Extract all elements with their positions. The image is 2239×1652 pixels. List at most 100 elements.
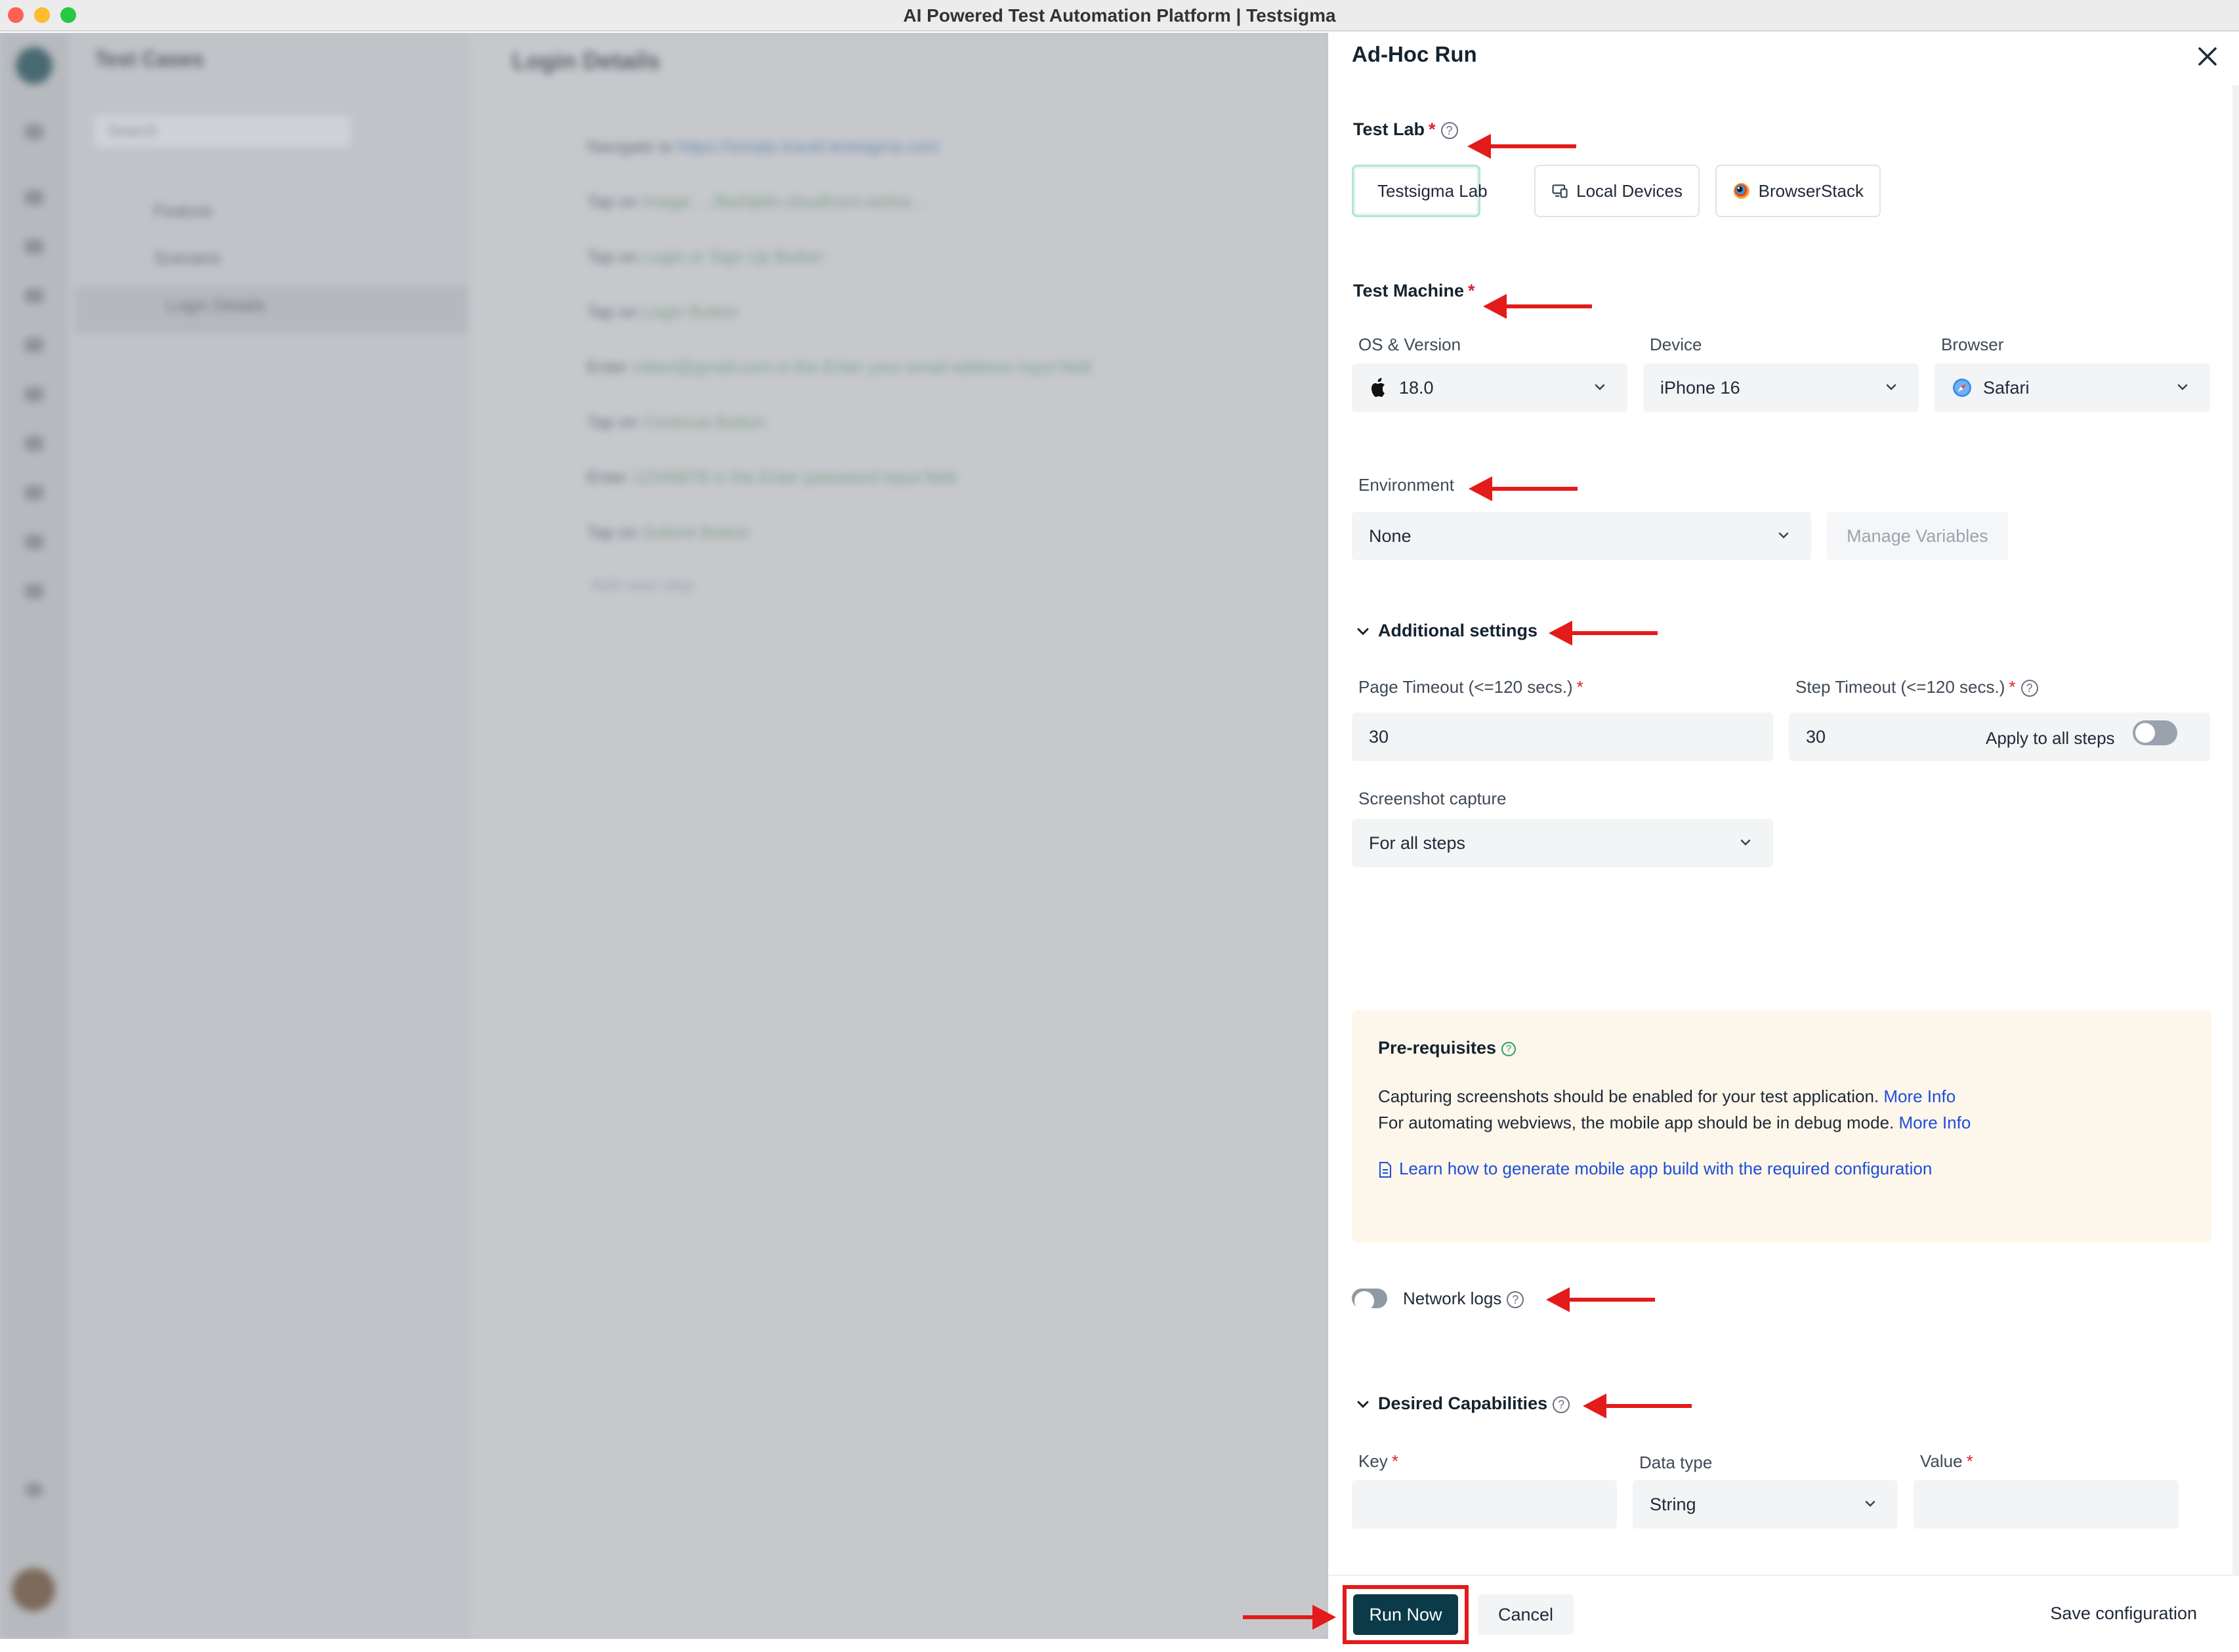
step-row[interactable]: Tap on Submit Button xyxy=(587,522,750,543)
page-timeout-label: Page Timeout (<=120 secs.) * xyxy=(1358,677,1583,697)
annotation-arrow xyxy=(1549,621,1658,646)
data-type-select[interactable]: String xyxy=(1633,1480,1898,1529)
capability-value-input[interactable] xyxy=(1914,1480,2179,1529)
main-title: Login Details xyxy=(512,47,661,74)
test-data-icon[interactable] xyxy=(25,338,43,352)
prerequisite-line-1: Capturing screenshots should be enabled … xyxy=(1378,1086,1956,1106)
avatar[interactable] xyxy=(12,1568,55,1611)
network-logs-label: Network logs? xyxy=(1403,1289,1524,1309)
annotation-arrow xyxy=(1243,1605,1336,1630)
add-step-link[interactable]: Add new step xyxy=(591,575,694,595)
chevron-down-icon xyxy=(2177,384,2188,390)
testsigma-lab-button[interactable]: Testsigma Lab xyxy=(1352,165,1488,217)
cancel-button[interactable]: Cancel xyxy=(1478,1594,1574,1635)
capability-key-input[interactable] xyxy=(1352,1480,1617,1529)
close-icon[interactable] xyxy=(2193,42,2222,71)
apple-icon xyxy=(1371,378,1385,397)
help-icon[interactable]: ? xyxy=(2020,680,2038,697)
drawer-scrollbar[interactable] xyxy=(2232,85,2239,1594)
chevron-down-icon xyxy=(1357,628,1369,635)
tree-item-login-details[interactable]: Login Details xyxy=(167,295,265,316)
step-row[interactable]: Enter robert@gmail.com in the Enter your… xyxy=(587,357,1091,377)
device-select[interactable]: iPhone 16 xyxy=(1643,363,1919,412)
more-info-link[interactable]: More Info xyxy=(1899,1113,1971,1132)
info-icon[interactable]: ? xyxy=(1501,1041,1517,1056)
prerequisites-title: Pre-requisites? xyxy=(1378,1038,1517,1058)
annotation-arrow xyxy=(1483,294,1592,319)
step-row[interactable]: Tap on Login or Sign Up Button xyxy=(587,247,824,267)
step-row[interactable]: Tap on Continue Button xyxy=(587,412,765,432)
learn-build-link[interactable]: Learn how to generate mobile app build w… xyxy=(1378,1159,1932,1179)
save-configuration-button[interactable]: Save configuration xyxy=(2050,1603,2197,1624)
desired-capabilities-toggle[interactable]: Desired Capabilities? xyxy=(1354,1394,1570,1414)
title-bar: AI Powered Test Automation Platform | Te… xyxy=(0,0,2239,31)
ad-hoc-run-drawer: Ad-Hoc Run Test Lab *? Testsigma Lab Loca… xyxy=(1328,33,2239,1652)
chevron-down-icon xyxy=(1778,532,1789,539)
annotation-arrow xyxy=(1469,476,1578,501)
home-icon[interactable] xyxy=(25,125,43,139)
drawer-footer: Run Now Cancel Save configuration xyxy=(1328,1575,2239,1652)
test-cases-icon[interactable] xyxy=(25,289,43,303)
prerequisite-line-2: For automating webviews, the mobile app … xyxy=(1378,1113,1971,1132)
step-row[interactable]: Tap on Login Button xyxy=(587,302,738,322)
screenshot-capture-select[interactable]: For all steps xyxy=(1352,819,1773,867)
annotation-arrow xyxy=(1546,1287,1655,1312)
apply-all-steps-toggle[interactable] xyxy=(2133,720,2177,745)
settings-icon[interactable] xyxy=(25,584,43,598)
chevron-down-icon xyxy=(1357,1401,1369,1408)
drawer-title: Ad-Hoc Run xyxy=(1352,42,1477,66)
search-input[interactable]: Search xyxy=(94,115,350,147)
local-devices-button[interactable]: Local Devices xyxy=(1534,165,1700,217)
help-icon[interactable]: ? xyxy=(1440,121,1458,139)
manage-variables-button[interactable]: Manage Variables xyxy=(1827,512,2008,560)
dashboard-icon[interactable] xyxy=(25,190,43,205)
devices-icon xyxy=(1552,184,1568,198)
annotation-arrow xyxy=(1583,1394,1692,1418)
key-label: Key * xyxy=(1358,1451,1398,1471)
browserstack-icon xyxy=(1733,182,1749,199)
value-label: Value * xyxy=(1920,1451,1973,1471)
environment-select[interactable]: None xyxy=(1352,512,1811,560)
help-icon[interactable]: ? xyxy=(1553,1395,1570,1413)
safari-icon xyxy=(1953,379,1971,397)
chevron-down-icon xyxy=(1865,1500,1875,1507)
chevron-down-icon xyxy=(1740,839,1751,846)
browser-select[interactable]: Safari xyxy=(1935,363,2210,412)
apps-icon[interactable] xyxy=(25,239,43,254)
step-row[interactable]: Enter 12345678 in the Enter password Inp… xyxy=(587,467,957,487)
os-version-select[interactable]: 18.0 xyxy=(1352,363,1627,412)
apply-all-steps-label: Apply to all steps xyxy=(1986,728,2115,748)
elements-icon[interactable] xyxy=(25,387,43,402)
step-row[interactable]: Tap on Image: ...9ta2qkfe.cloudfront.net… xyxy=(587,192,925,212)
app-window: AI Powered Test Automation Platform | Te… xyxy=(0,0,2239,1652)
more-info-link[interactable]: More Info xyxy=(1883,1086,1956,1106)
test-cases-panel: Test Cases Search Feature Scenario Login… xyxy=(68,33,469,1639)
additional-settings-toggle[interactable]: Additional settings xyxy=(1354,621,1538,641)
panel-title: Test Cases xyxy=(94,47,204,71)
screenshot-capture-label: Screenshot capture xyxy=(1358,789,1507,808)
runs-icon[interactable] xyxy=(25,436,43,451)
page-timeout-input[interactable]: 30 xyxy=(1352,712,1773,761)
nav-rail xyxy=(0,33,68,1639)
annotation-arrow xyxy=(1467,134,1576,159)
browserstack-button[interactable]: BrowserStack xyxy=(1715,165,1881,217)
step-row[interactable]: Navigate to https://simply-travel.testsi… xyxy=(587,136,940,157)
chevron-down-icon xyxy=(1595,384,1605,390)
help-icon[interactable]: ? xyxy=(1507,1291,1524,1309)
reports-icon[interactable] xyxy=(25,485,43,500)
device-label: Device xyxy=(1650,335,1702,354)
app-logo xyxy=(16,47,52,84)
environment-label: Environment xyxy=(1358,475,1454,495)
window-title: AI Powered Test Automation Platform | Te… xyxy=(903,5,1336,26)
tree-item-feature[interactable]: Feature xyxy=(154,201,213,221)
tree-item-scenario[interactable]: Scenario xyxy=(154,248,221,268)
plans-icon[interactable] xyxy=(25,535,43,549)
step-timeout-label: Step Timeout (<=120 secs.) *? xyxy=(1795,677,2038,697)
chevron-down-icon xyxy=(1886,384,1896,390)
os-version-label: OS & Version xyxy=(1358,335,1461,354)
run-now-button[interactable]: Run Now xyxy=(1353,1594,1458,1635)
network-logs-toggle[interactable] xyxy=(1352,1289,1387,1311)
help-icon[interactable] xyxy=(25,1483,43,1497)
prerequisites-panel: Pre-requisites? Capturing screenshots sh… xyxy=(1352,1010,2211,1243)
test-steps-panel: Login Details Navigate to https://simply… xyxy=(469,33,1328,1639)
